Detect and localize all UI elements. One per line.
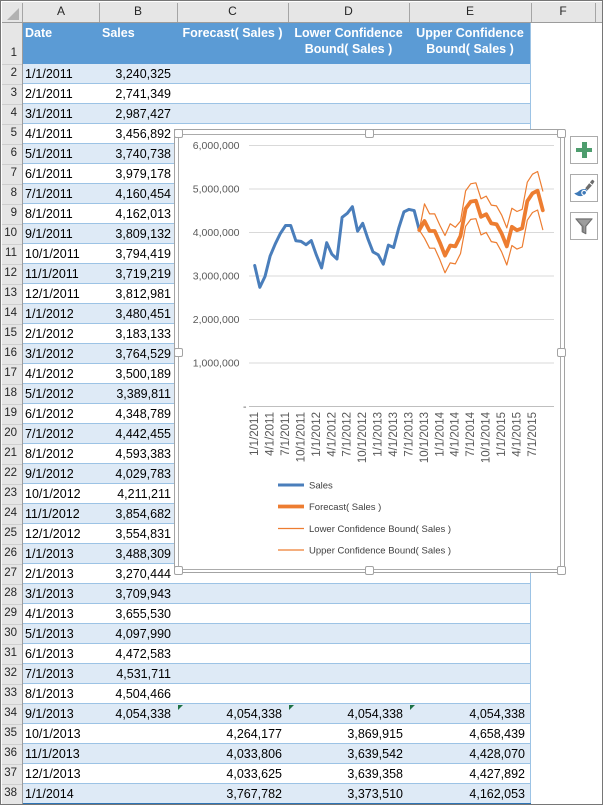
svg-text:7/1/2015: 7/1/2015	[527, 412, 539, 457]
svg-text:7/1/2013: 7/1/2013	[403, 412, 415, 457]
svg-text:10/1/2013: 10/1/2013	[419, 412, 431, 463]
svg-text:4/1/2014: 4/1/2014	[450, 411, 462, 456]
svg-text:1/1/2015: 1/1/2015	[496, 412, 508, 457]
svg-text:10/1/2014: 10/1/2014	[481, 411, 493, 463]
svg-text:Sales: Sales	[309, 481, 333, 492]
svg-text:1/1/2012: 1/1/2012	[311, 412, 323, 457]
svg-text:7/1/2011: 7/1/2011	[280, 412, 292, 456]
svg-text:1/1/2013: 1/1/2013	[373, 412, 385, 457]
svg-text:4,000,000: 4,000,000	[193, 227, 240, 239]
svg-text:1,000,000: 1,000,000	[193, 358, 240, 370]
svg-text:1/1/2011: 1/1/2011	[249, 412, 261, 456]
svg-text:6,000,000: 6,000,000	[193, 140, 240, 152]
svg-text:7/1/2012: 7/1/2012	[342, 412, 354, 457]
svg-text:Upper Confidence Bound( Sales: Upper Confidence Bound( Sales )	[309, 546, 451, 557]
svg-text:7/1/2014: 7/1/2014	[465, 411, 477, 456]
svg-text:4/1/2013: 4/1/2013	[388, 412, 400, 457]
svg-text:Lower Confidence Bound( Sales: Lower Confidence Bound( Sales )	[309, 524, 451, 535]
svg-text:4/1/2015: 4/1/2015	[511, 412, 523, 457]
svg-text:10/1/2011: 10/1/2011	[295, 412, 307, 462]
svg-text:4/1/2011: 4/1/2011	[265, 412, 277, 456]
svg-text:2,000,000: 2,000,000	[193, 314, 240, 326]
svg-text:-: -	[243, 401, 247, 413]
svg-text:10/1/2012: 10/1/2012	[357, 412, 369, 463]
svg-text:5,000,000: 5,000,000	[193, 184, 240, 196]
svg-text:Forecast( Sales ): Forecast( Sales )	[309, 502, 381, 513]
svg-text:1/1/2014: 1/1/2014	[434, 411, 446, 456]
svg-text:4/1/2012: 4/1/2012	[326, 412, 338, 457]
svg-text:3,000,000: 3,000,000	[193, 271, 240, 283]
